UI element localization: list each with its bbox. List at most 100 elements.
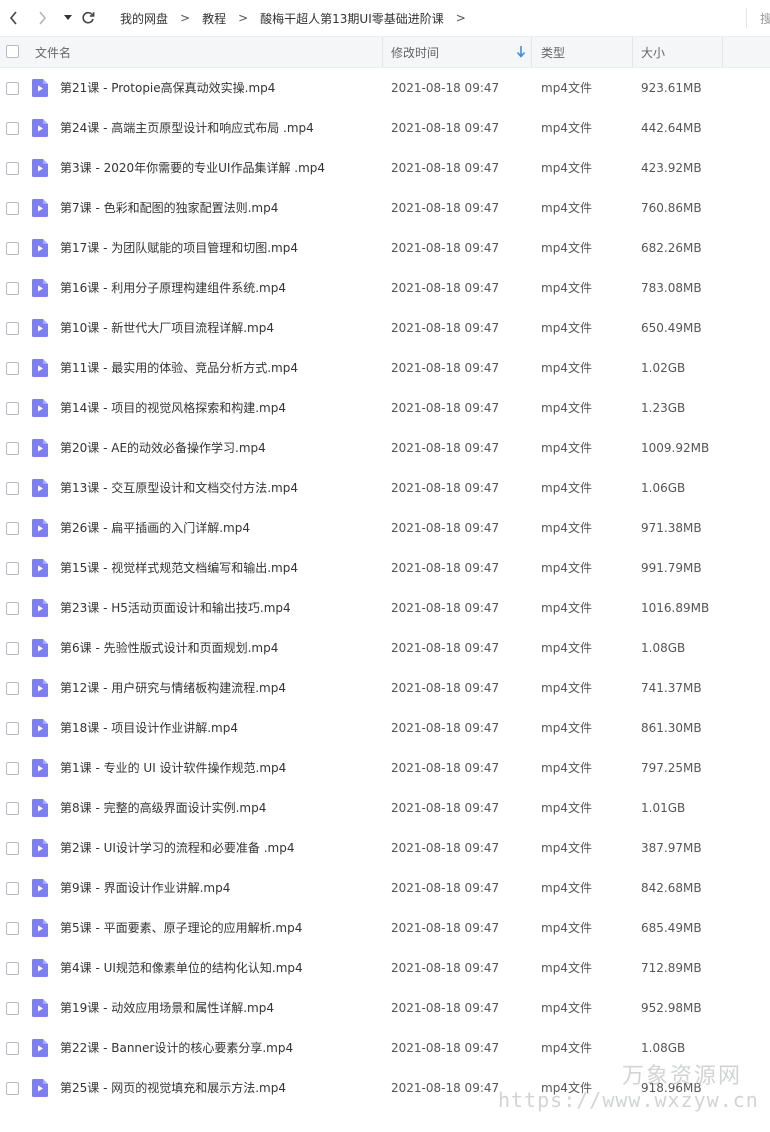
row-checkbox[interactable] <box>6 522 19 535</box>
row-checkbox[interactable] <box>6 1042 19 1055</box>
row-checkbox[interactable] <box>6 722 19 735</box>
file-name[interactable]: 第26课 - 扁平插画的入门详解.mp4 <box>60 508 250 548</box>
file-row[interactable]: 第5课 - 平面要素、原子理论的应用解析.mp4 2021-08-18 09:47… <box>0 908 770 948</box>
file-name[interactable]: 第13课 - 交互原型设计和文档交付方法.mp4 <box>60 468 298 508</box>
row-checkbox[interactable] <box>6 922 19 935</box>
row-checkbox[interactable] <box>6 282 19 295</box>
file-row[interactable]: 第3课 - 2020年你需要的专业UI作品集详解 .mp4 2021-08-18 … <box>0 148 770 188</box>
row-checkbox[interactable] <box>6 362 19 375</box>
column-divider[interactable] <box>531 37 532 67</box>
file-row[interactable]: 第16课 - 利用分子原理构建组件系统.mp4 2021-08-18 09:47 m… <box>0 268 770 308</box>
file-row[interactable]: 第1课 - 专业的 UI 设计软件操作规范.mp4 2021-08-18 09:4… <box>0 748 770 788</box>
file-row[interactable]: 第18课 - 项目设计作业讲解.mp4 2021-08-18 09:47 mp4文件… <box>0 708 770 748</box>
row-checkbox[interactable] <box>6 1082 19 1095</box>
file-row[interactable]: 第9课 - 界面设计作业讲解.mp4 2021-08-18 09:47 mp4文件 8… <box>0 868 770 908</box>
file-name[interactable]: 第16课 - 利用分子原理构建组件系统.mp4 <box>60 268 286 308</box>
file-row[interactable]: 第26课 - 扁平插画的入门详解.mp4 2021-08-18 09:47 mp4文… <box>0 508 770 548</box>
column-divider[interactable] <box>632 37 633 67</box>
back-button[interactable] <box>4 8 24 28</box>
file-name[interactable]: 第17课 - 为团队赋能的项目管理和切图.mp4 <box>60 228 298 268</box>
row-checkbox[interactable] <box>6 162 19 175</box>
file-row[interactable]: 第8课 - 完整的高级界面设计实例.mp4 2021-08-18 09:47 mp4… <box>0 788 770 828</box>
row-checkbox[interactable] <box>6 322 19 335</box>
row-checkbox[interactable] <box>6 682 19 695</box>
file-name[interactable]: 第9课 - 界面设计作业讲解.mp4 <box>60 868 230 908</box>
row-checkbox[interactable] <box>6 602 19 615</box>
row-checkbox[interactable] <box>6 562 19 575</box>
file-name[interactable]: 第20课 - AE的动效必备操作学习.mp4 <box>60 428 266 468</box>
file-row[interactable]: 第4课 - UI规范和像素单位的结构化认知.mp4 2021-08-18 09:4… <box>0 948 770 988</box>
row-checkbox[interactable] <box>6 202 19 215</box>
row-checkbox[interactable] <box>6 242 19 255</box>
breadcrumb-item[interactable]: 教程 <box>194 10 234 27</box>
history-dropdown-button[interactable] <box>58 8 78 28</box>
row-checkbox[interactable] <box>6 642 19 655</box>
file-row[interactable]: 第12课 - 用户研究与情绪板构建流程.mp4 2021-08-18 09:47 m… <box>0 668 770 708</box>
file-row[interactable]: 第24课 - 高端主页原型设计和响应式布局 .mp4 2021-08-18 09:… <box>0 108 770 148</box>
file-row[interactable]: 第11课 - 最实用的体验、竞品分析方式.mp4 2021-08-18 09:47… <box>0 348 770 388</box>
row-checkbox[interactable] <box>6 82 19 95</box>
file-name[interactable]: 第14课 - 项目的视觉风格探索和构建.mp4 <box>60 388 286 428</box>
row-checkbox[interactable] <box>6 482 19 495</box>
file-name[interactable]: 第24课 - 高端主页原型设计和响应式布局 .mp4 <box>60 108 314 148</box>
file-row[interactable]: 第23课 - H5活动页面设计和输出技巧.mp4 2021-08-18 09:47… <box>0 588 770 628</box>
file-name[interactable]: 第19课 - 动效应用场景和属性详解.mp4 <box>60 988 274 1028</box>
row-checkbox[interactable] <box>6 122 19 135</box>
file-name[interactable]: 第3课 - 2020年你需要的专业UI作品集详解 .mp4 <box>60 148 325 188</box>
file-name[interactable]: 第4课 - UI规范和像素单位的结构化认知.mp4 <box>60 948 303 988</box>
file-name[interactable]: 第22课 - Banner设计的核心要素分享.mp4 <box>60 1028 293 1068</box>
file-name[interactable]: 第10课 - 新世代大厂项目流程详解.mp4 <box>60 308 274 348</box>
file-name[interactable]: 第23课 - H5活动页面设计和输出技巧.mp4 <box>60 588 291 628</box>
file-row[interactable]: 第13课 - 交互原型设计和文档交付方法.mp4 2021-08-18 09:47… <box>0 468 770 508</box>
column-header-type[interactable]: 类型 <box>541 37 565 67</box>
file-name[interactable]: 第12课 - 用户研究与情绪板构建流程.mp4 <box>60 668 286 708</box>
file-row[interactable]: 第19课 - 动效应用场景和属性详解.mp4 2021-08-18 09:47 mp… <box>0 988 770 1028</box>
search-input[interactable]: 搜 <box>760 10 770 27</box>
column-header-modified[interactable]: 修改时间 <box>391 37 439 67</box>
file-row[interactable]: 第10课 - 新世代大厂项目流程详解.mp4 2021-08-18 09:47 mp… <box>0 308 770 348</box>
file-name[interactable]: 第7课 - 色彩和配图的独家配置法则.mp4 <box>60 188 278 228</box>
file-row[interactable]: 第7课 - 色彩和配图的独家配置法则.mp4 2021-08-18 09:47 mp… <box>0 188 770 228</box>
row-checkbox[interactable] <box>6 802 19 815</box>
file-row[interactable]: 第21课 - Protopie高保真动效实操.mp4 2021-08-18 09:… <box>0 68 770 108</box>
row-checkbox[interactable] <box>6 762 19 775</box>
video-file-icon <box>32 559 48 577</box>
row-checkbox[interactable] <box>6 842 19 855</box>
file-row[interactable]: 第20课 - AE的动效必备操作学习.mp4 2021-08-18 09:47 mp… <box>0 428 770 468</box>
forward-button[interactable] <box>32 8 52 28</box>
file-name[interactable]: 第18课 - 项目设计作业讲解.mp4 <box>60 708 238 748</box>
file-row[interactable]: 第2课 - UI设计学习的流程和必要准备 .mp4 2021-08-18 09:4… <box>0 828 770 868</box>
file-row[interactable]: 第14课 - 项目的视觉风格探索和构建.mp4 2021-08-18 09:47 m… <box>0 388 770 428</box>
file-name[interactable]: 第15课 - 视觉样式规范文档编写和输出.mp4 <box>60 548 298 588</box>
file-name[interactable]: 第2课 - UI设计学习的流程和必要准备 .mp4 <box>60 828 295 868</box>
column-divider[interactable] <box>722 37 723 67</box>
row-checkbox[interactable] <box>6 882 19 895</box>
file-row[interactable]: 第6课 - 先验性版式设计和页面规划.mp4 2021-08-18 09:47 mp… <box>0 628 770 668</box>
column-header-size[interactable]: 大小 <box>641 37 665 67</box>
row-checkbox[interactable] <box>6 962 19 975</box>
file-name[interactable]: 第1课 - 专业的 UI 设计软件操作规范.mp4 <box>60 748 286 788</box>
row-checkbox[interactable] <box>6 402 19 415</box>
row-checkbox[interactable] <box>6 442 19 455</box>
column-divider[interactable] <box>382 37 383 67</box>
video-file-icon <box>32 999 48 1017</box>
breadcrumb-item[interactable]: 酸梅干超人第13期UI零基础进阶课 <box>252 10 452 27</box>
file-name[interactable]: 第5课 - 平面要素、原子理论的应用解析.mp4 <box>60 908 302 948</box>
file-name[interactable]: 第6课 - 先验性版式设计和页面规划.mp4 <box>60 628 278 668</box>
file-type: mp4文件 <box>541 521 592 535</box>
sort-descending-icon[interactable] <box>516 46 526 58</box>
video-file-icon <box>32 719 48 737</box>
file-size: 1.23GB <box>641 401 686 415</box>
file-name[interactable]: 第8课 - 完整的高级界面设计实例.mp4 <box>60 788 266 828</box>
file-row[interactable]: 第15课 - 视觉样式规范文档编写和输出.mp4 2021-08-18 09:47… <box>0 548 770 588</box>
file-name[interactable]: 第25课 - 网页的视觉填充和展示方法.mp4 <box>60 1068 286 1108</box>
row-checkbox[interactable] <box>6 1002 19 1015</box>
file-row[interactable]: 第17课 - 为团队赋能的项目管理和切图.mp4 2021-08-18 09:47… <box>0 228 770 268</box>
breadcrumb-item[interactable]: 我的网盘 <box>112 10 176 27</box>
file-name[interactable]: 第21课 - Protopie高保真动效实操.mp4 <box>60 68 275 108</box>
file-type: mp4文件 <box>541 921 592 935</box>
file-name[interactable]: 第11课 - 最实用的体验、竞品分析方式.mp4 <box>60 348 298 388</box>
select-all-checkbox[interactable] <box>6 45 19 58</box>
refresh-button[interactable] <box>78 8 98 28</box>
column-header-name[interactable]: 文件名 <box>35 37 71 67</box>
